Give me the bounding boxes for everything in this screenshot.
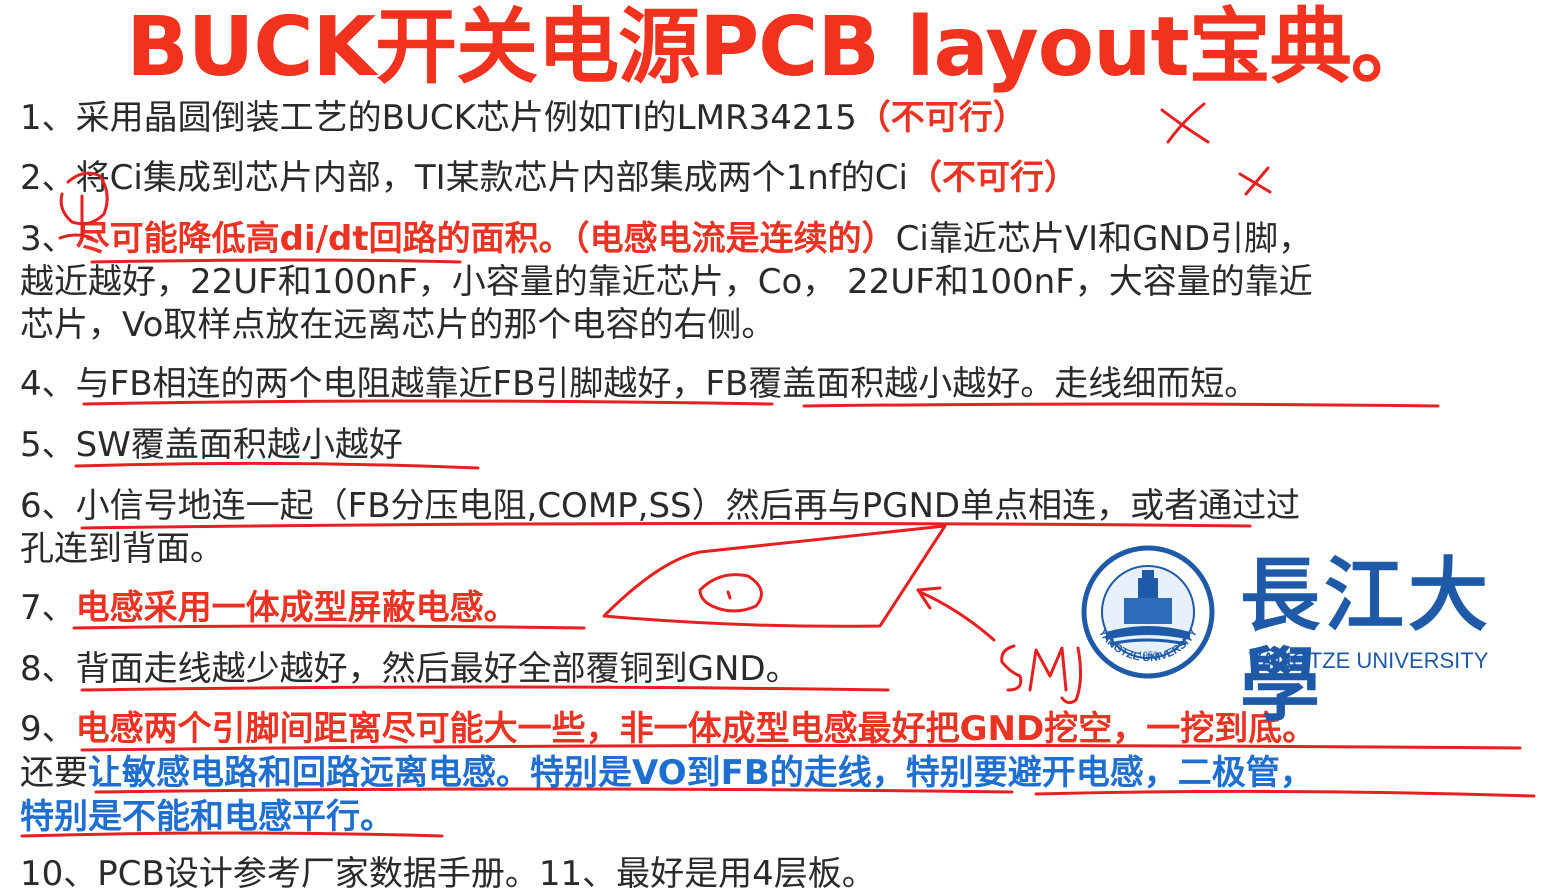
item-5: 5、SW覆盖面积越小越好	[20, 425, 403, 465]
item-9-blue: 让敏感电路和回路远离电感。特别是VO到FB的走线，特别要避开电感，二极管，	[88, 753, 1314, 793]
item-3-line-3: 芯片，Vo取样点放在远离芯片的那个电容的右侧。	[20, 305, 776, 345]
item-4: 4、与FB相连的两个电阻越靠近FB引脚越好，FB覆盖面积越小越好。走线细而短。	[20, 364, 1259, 404]
item-1: 1、采用晶圆倒装工艺的BUCK芯片例如TI的LMR34215（不可行）	[20, 96, 1027, 140]
item-1-text: 1、采用晶圆倒装工艺的BUCK芯片例如TI的LMR34215	[20, 98, 857, 138]
item-3-line-1: 3、尽可能降低高di/dt回路的面积。（电感电流是连续的）Ci靠近芯片VI和GN…	[20, 217, 1312, 261]
item-3-line-2: 越近越好，22UF和100nF，小容量的靠近芯片，Co， 22UF和100nF，…	[20, 262, 1313, 302]
university-logo: 1950 YANGTZE UNIVERSITY 長江大學 YANGTZE UNI…	[1080, 540, 1540, 730]
item-7-highlight: 电感采用一体成型屏蔽电感。	[75, 588, 518, 628]
university-seal-icon: 1950 YANGTZE UNIVERSITY	[1081, 545, 1215, 679]
university-name-en: YANGTZE UNIVERSITY	[1248, 648, 1489, 673]
item-9-blue-2: 特别是不能和电感平行。	[20, 797, 394, 837]
item-1-note: （不可行）	[856, 98, 1027, 138]
item-9-highlight: 电感两个引脚间距离尽可能大一些，非一体成型电感最好把GND挖空，一挖到底。	[75, 709, 1317, 749]
item-9-line-3: 特别是不能和电感平行。	[20, 795, 394, 839]
item-9-prefix: 还要	[20, 753, 88, 793]
item-2-text: 2、将Ci集成到芯片内部，TI某款芯片内部集成两个1nf的Ci	[20, 158, 908, 198]
page-title: BUCK开关电源PCB layout宝典。	[126, 0, 1432, 95]
cross-mark-2b	[1244, 166, 1270, 196]
item-6-line-2: 孔连到背面。	[20, 529, 224, 569]
university-name-cn: 長江大學	[1240, 548, 1492, 732]
item-7: 7、电感采用一体成型屏蔽电感。	[20, 586, 518, 630]
cross-mark-1	[1160, 108, 1210, 144]
item-6-line-1: 6、小信号地连一起（FB分压电阻,COMP,SS）然后再与PGND单点相连，或者…	[20, 486, 1301, 526]
item-2: 2、将Ci集成到芯片内部，TI某款芯片内部集成两个1nf的Ci（不可行）	[20, 156, 1078, 200]
item-10-11: 10、PCB设计参考厂家数据手册。11、最好是用4层板。	[20, 854, 876, 894]
item-3-number: 3、	[20, 219, 76, 259]
cross-mark-1b	[1166, 102, 1206, 144]
cross-mark-2	[1238, 172, 1272, 194]
item-9-line-2: 还要让敏感电路和回路远离电感。特别是VO到FB的走线，特别要避开电感，二极管，	[20, 751, 1314, 795]
item-8: 8、背面走线越少越好，然后最好全部覆铜到GND。	[20, 649, 800, 689]
item-9-line-1: 9、电感两个引脚间距离尽可能大一些，非一体成型电感最好把GND挖空，一挖到底。	[20, 707, 1316, 751]
item-3-rest: Ci靠近芯片VI和GND引脚，	[895, 219, 1313, 259]
item-3-highlight: 尽可能降低高di/dt回路的面积。（电感电流是连续的）	[75, 219, 896, 259]
item-7-number: 7、	[20, 588, 76, 628]
item-2-note: （不可行）	[907, 158, 1078, 198]
item-9-number: 9、	[20, 709, 76, 749]
